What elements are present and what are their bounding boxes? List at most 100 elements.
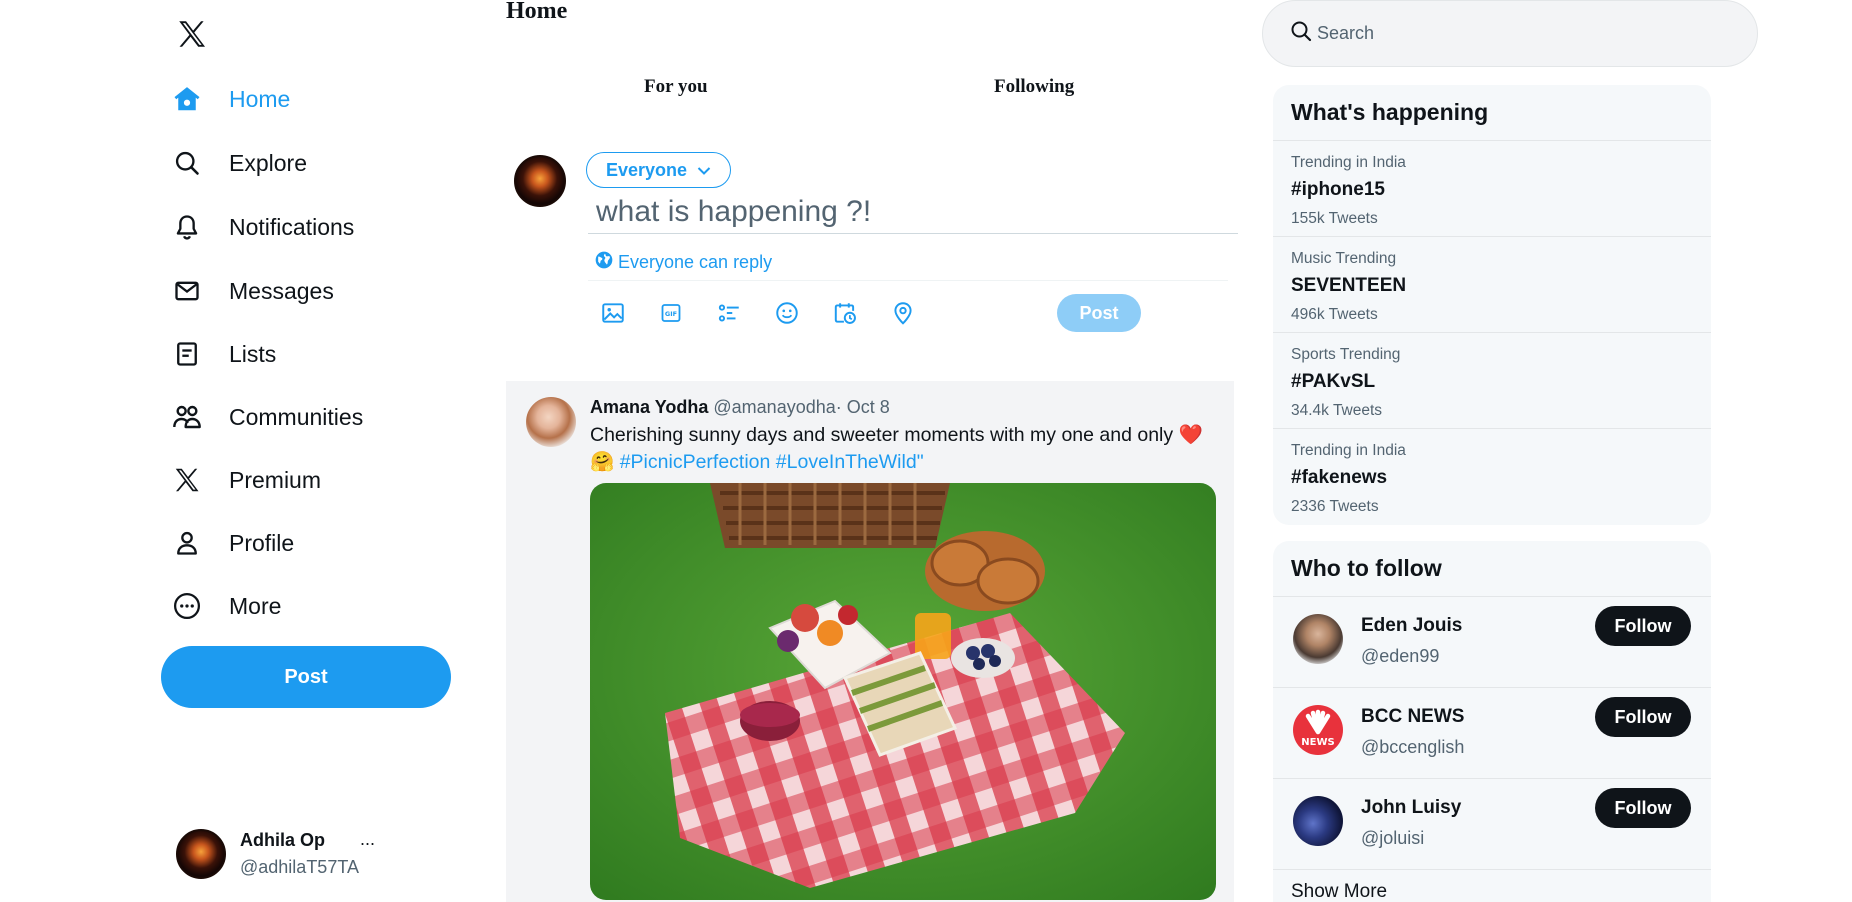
nav-explore[interactable]: Explore [170, 139, 307, 187]
schedule-icon[interactable] [830, 298, 860, 328]
nav-lists-label: Lists [229, 340, 277, 367]
nav-communities[interactable]: Communities [170, 393, 363, 441]
follow-suggestion[interactable]: Eden Jouis @eden99 Follow [1273, 597, 1711, 688]
account-name: Adhila Op [240, 830, 325, 850]
trend-item[interactable]: Music Trending SEVENTEEN 496k Tweets [1273, 237, 1711, 333]
trend-context: Sports Trending [1291, 346, 1401, 363]
hug-emoji: 🤗 [590, 451, 615, 473]
nav-messages-label: Messages [229, 277, 334, 304]
trend-tag: #PAKvSL [1291, 371, 1376, 392]
page-title: Home [506, 0, 568, 24]
tab-following[interactable]: Following [994, 76, 1074, 98]
account-switcher[interactable]: Adhila Op @adhilaT57TA ... [176, 829, 406, 879]
show-more-link[interactable]: Show More [1273, 870, 1711, 902]
follow-handle: @eden99 [1361, 646, 1440, 666]
globe-icon [594, 250, 614, 275]
nav-profile-label: Profile [229, 529, 295, 556]
follow-name: Eden Jouis [1361, 615, 1463, 636]
location-icon[interactable] [888, 298, 918, 328]
search-icon [170, 146, 204, 180]
follow-button[interactable]: Follow [1595, 606, 1691, 646]
avatar[interactable] [526, 397, 576, 447]
trend-count: 155k Tweets [1291, 210, 1378, 227]
search-icon [1289, 19, 1313, 48]
trend-count: 2336 Tweets [1291, 498, 1379, 515]
reply-setting[interactable]: Everyone can reply [594, 250, 772, 275]
trend-context: Trending in India [1291, 154, 1406, 171]
reply-setting-label: Everyone can reply [618, 252, 773, 272]
tweet-author-handle[interactable]: @amanayodha [713, 397, 835, 417]
trends-panel: What's happening Trending in India #ipho… [1273, 85, 1711, 525]
emoji-icon[interactable] [772, 298, 802, 328]
list-icon [170, 337, 204, 371]
nav-messages[interactable]: Messages [170, 267, 334, 315]
image-icon[interactable] [598, 298, 628, 328]
tweet-date[interactable]: · Oct 8 [836, 397, 890, 417]
left-sidebar: Home Explore Notifications Messages List… [0, 0, 500, 902]
people-icon [170, 400, 204, 434]
poll-icon[interactable] [714, 298, 744, 328]
trend-count: 496k Tweets [1291, 306, 1378, 323]
nav-premium-label: Premium [229, 466, 322, 493]
nav-notifications[interactable]: Notifications [170, 203, 354, 251]
news-logo-text: NEWS [1301, 737, 1334, 748]
account-menu-icon[interactable]: ... [360, 829, 375, 850]
trend-count: 34.4k Tweets [1291, 402, 1383, 419]
tweet-header: Amana Yodha @amanayodha· Oct 8 [590, 397, 890, 418]
more-circle-icon [170, 589, 204, 623]
heart-emoji: ❤️ [1178, 424, 1203, 446]
nav-communities-label: Communities [229, 403, 364, 430]
trend-tag: #fakenews [1291, 467, 1388, 488]
nav-more[interactable]: More [170, 582, 281, 630]
follow-handle: @joluisi [1361, 828, 1425, 848]
audience-select[interactable]: Everyone [586, 152, 731, 188]
nav-more-label: More [229, 592, 282, 619]
nav-lists[interactable]: Lists [170, 330, 276, 378]
trend-context: Trending in India [1291, 442, 1406, 459]
trends-title: What's happening [1273, 85, 1711, 141]
tweet-body: Cherishing sunny days and sweeter moment… [590, 424, 1174, 446]
follow-suggestion[interactable]: NEWS BCC NEWS @bccenglish Follow [1273, 688, 1711, 779]
compose-input[interactable] [588, 190, 1238, 234]
sidebar-post-button[interactable]: Post [161, 646, 451, 708]
bell-icon [170, 210, 204, 244]
follow-button[interactable]: Follow [1595, 788, 1691, 828]
audience-label: Everyone [605, 159, 688, 180]
follow-handle: @bccenglish [1361, 737, 1465, 757]
nav-explore-label: Explore [229, 149, 307, 176]
follow-name: BCC NEWS [1361, 706, 1465, 727]
nav-home[interactable]: Home [170, 75, 290, 123]
follow-button[interactable]: Follow [1595, 697, 1691, 737]
account-handle: @adhilaT57TA [240, 857, 359, 877]
who-to-follow-panel: Who to follow Eden Jouis @eden99 Follow … [1273, 541, 1711, 902]
nav-premium[interactable]: Premium [170, 456, 321, 504]
search-bar[interactable] [1262, 0, 1758, 67]
search-input[interactable] [1317, 23, 1717, 44]
trend-tag: SEVENTEEN [1291, 275, 1407, 296]
avatar [176, 829, 226, 879]
avatar [1293, 614, 1343, 664]
svg-text:GIF: GIF [665, 310, 677, 318]
trend-item[interactable]: Sports Trending #PAKvSL 34.4k Tweets [1273, 333, 1711, 429]
compose-post-button[interactable]: Post [1057, 294, 1141, 332]
avatar [514, 155, 566, 207]
tab-for-you[interactable]: For you [644, 76, 708, 98]
tweet-author-name[interactable]: Amana Yodha [590, 397, 708, 417]
trend-context: Music Trending [1291, 250, 1397, 267]
trend-tag: #iphone15 [1291, 179, 1385, 200]
tweet-hashtags[interactable]: #PicnicPerfection #LoveInTheWild" [620, 451, 924, 473]
tweet-image[interactable] [590, 483, 1216, 900]
nav-profile[interactable]: Profile [170, 519, 294, 567]
follow-suggestion[interactable]: John Luisy @joluisi Follow [1273, 779, 1711, 870]
trend-item[interactable]: Trending in India #iphone15 155k Tweets [1273, 141, 1711, 237]
who-to-follow-title: Who to follow [1273, 541, 1711, 597]
follow-name: John Luisy [1361, 797, 1462, 818]
chevron-down-icon [697, 160, 711, 181]
tweet[interactable]: Amana Yodha @amanayodha· Oct 8 Cherishin… [506, 381, 1234, 902]
gif-icon[interactable]: GIF [656, 298, 686, 328]
tweet-text: Cherishing sunny days and sweeter moment… [590, 422, 1230, 476]
main-timeline: Home For you Following Everyone Everyone… [504, 0, 1238, 902]
trend-item[interactable]: Trending in India #fakenews 2336 Tweets [1273, 429, 1711, 525]
x-logo-icon[interactable] [170, 12, 214, 56]
nav-home-label: Home [229, 85, 291, 112]
